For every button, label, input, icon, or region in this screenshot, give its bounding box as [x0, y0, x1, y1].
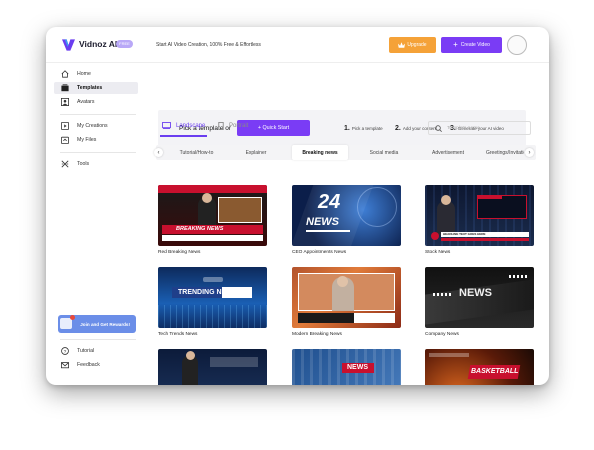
search-icon — [435, 124, 442, 132]
template-title: Tech Trends News — [158, 332, 198, 337]
tab-portrait[interactable]: Portrait — [218, 122, 248, 130]
thumbnail-caption: NEWS — [459, 287, 492, 299]
sidebar-item-my-files[interactable]: My Files — [54, 134, 138, 146]
app-window: Vidnoz AI FREE Start AI Video Creation, … — [46, 27, 549, 385]
sidebar-item-label: My Files — [77, 137, 97, 143]
category-greetings[interactable]: Greetings/Invitation — [486, 145, 524, 160]
template-card[interactable]: BREAKING NEWS Red Breaking News — [158, 185, 267, 255]
files-icon — [61, 136, 69, 144]
template-thumbnail[interactable] — [158, 349, 267, 385]
mail-icon — [61, 361, 69, 369]
create-video-button[interactable]: + Create Video — [441, 37, 502, 53]
category-social-media[interactable]: Social media — [356, 145, 412, 160]
template-title: Modern Breaking News — [292, 332, 342, 337]
template-title: Red Breaking News — [158, 250, 201, 255]
sidebar-item-label: Avatars — [77, 99, 95, 105]
category-tutorial[interactable]: Tutorial/How-to — [168, 145, 225, 160]
category-advertisement[interactable]: Advertisement — [418, 145, 478, 160]
tagline: Start AI Video Creation, 100% Free & Eff… — [156, 42, 261, 48]
tab-landscape[interactable]: Landscape — [162, 122, 205, 129]
template-thumbnail[interactable] — [292, 267, 401, 328]
plus-icon: + — [453, 40, 458, 49]
top-bar: Vidnoz AI FREE Start AI Video Creation, … — [46, 27, 549, 63]
active-tab-indicator — [160, 135, 207, 137]
tools-icon — [61, 160, 69, 168]
create-video-label: Create Video — [460, 42, 490, 48]
category-bar: ‹ Tutorial/How-to Explainer Breaking new… — [154, 145, 536, 160]
step-1: 1. Pick a template — [344, 125, 383, 132]
svg-text:?: ? — [64, 349, 67, 355]
template-card[interactable]: NEWS — [292, 349, 401, 385]
template-thumbnail[interactable]: HEADLINE TEXT GOES HERE — [425, 185, 534, 246]
template-thumbnail[interactable]: NEWS — [425, 267, 534, 328]
rewards-banner[interactable]: Join and Get Rewards! — [58, 315, 136, 333]
category-breaking-news[interactable]: Breaking news — [292, 145, 348, 160]
sidebar-item-label: Tutorial — [77, 348, 95, 354]
sidebar-item-home[interactable]: Home — [54, 68, 138, 80]
notification-dot — [70, 315, 75, 320]
thumbnail-caption: BASKETBALL — [471, 368, 519, 375]
template-search-input[interactable]: Template name — [428, 121, 531, 135]
sidebar-item-label: Home — [77, 71, 91, 77]
thumbnail-caption: HEADLINE TEXT GOES HERE — [443, 232, 486, 236]
logo-text[interactable]: Vidnoz AI — [79, 39, 117, 49]
sidebar-item-label: My Creations — [77, 123, 108, 129]
sidebar-item-tools[interactable]: Tools — [54, 158, 138, 170]
avatar-icon — [61, 98, 69, 106]
template-card[interactable]: BASKETBALL — [425, 349, 534, 385]
template-thumbnail[interactable]: TRENDING NEWS — [158, 267, 267, 328]
template-card[interactable]: 24 NEWS CEO Appointments News — [292, 185, 401, 255]
category-explainer[interactable]: Explainer — [228, 145, 284, 160]
thumbnail-caption: BREAKING NEWS — [176, 226, 224, 232]
crown-icon — [398, 42, 406, 48]
template-title: Company News — [425, 332, 459, 337]
sidebar-divider — [60, 152, 136, 153]
template-title: CEO Appointments News — [292, 250, 347, 255]
upgrade-label: Upgrade — [407, 42, 427, 48]
sidebar-item-label: Templates — [77, 85, 103, 91]
template-thumbnail[interactable]: BREAKING NEWS — [158, 185, 267, 246]
template-thumbnail[interactable]: BASKETBALL — [425, 349, 534, 385]
chevron-left-icon[interactable]: ‹ — [154, 148, 163, 157]
upgrade-button[interactable]: Upgrade — [389, 37, 436, 53]
play-icon — [61, 122, 69, 130]
thumbnail-caption: TRENDING NEWS — [178, 289, 238, 296]
sidebar-item-label: Feedback — [77, 362, 100, 368]
chevron-right-icon[interactable]: › — [525, 148, 534, 157]
sidebar-item-templates[interactable]: Templates — [54, 82, 138, 94]
tab-landscape-label: Landscape — [176, 122, 206, 129]
template-card[interactable]: TRENDING NEWS Tech Trends News — [158, 267, 267, 337]
help-icon: ? — [61, 347, 69, 355]
templates-icon — [61, 84, 69, 92]
template-title: Stock News — [425, 250, 451, 255]
search-placeholder: Template name — [447, 125, 480, 131]
user-avatar[interactable] — [507, 35, 527, 55]
thumbnail-caption: NEWS — [306, 216, 339, 228]
template-card[interactable]: NEWS Company News — [425, 267, 534, 337]
sidebar-item-avatars[interactable]: Avatars — [54, 96, 138, 108]
free-badge: FREE — [116, 40, 133, 48]
sidebar-divider — [60, 339, 136, 340]
sidebar-divider — [60, 114, 136, 115]
sidebar-item-feedback[interactable]: Feedback — [54, 359, 138, 371]
template-thumbnail[interactable]: 24 NEWS — [292, 185, 401, 246]
vidnoz-logo-icon[interactable] — [62, 39, 75, 51]
sidebar-item-my-creations[interactable]: My Creations — [54, 120, 138, 132]
template-card[interactable]: Modern Breaking News — [292, 267, 401, 337]
rewards-label: Join and Get Rewards! — [80, 321, 130, 327]
portrait-icon — [218, 122, 224, 130]
thumbnail-caption: NEWS — [347, 364, 368, 371]
sidebar-item-tutorial[interactable]: ? Tutorial — [54, 345, 138, 357]
template-thumbnail[interactable]: NEWS — [292, 349, 401, 385]
template-card[interactable]: HEADLINE TEXT GOES HERE Stock News — [425, 185, 534, 255]
template-card[interactable] — [158, 349, 267, 385]
sidebar: Home Templates Avatars My Creations My F… — [46, 63, 142, 385]
thumbnail-number: 24 — [318, 191, 341, 213]
home-icon — [61, 70, 69, 78]
gift-icon — [60, 318, 72, 329]
sidebar-item-label: Tools — [77, 161, 90, 167]
tab-portrait-label: Portrait — [229, 123, 249, 129]
landscape-icon — [162, 122, 171, 129]
